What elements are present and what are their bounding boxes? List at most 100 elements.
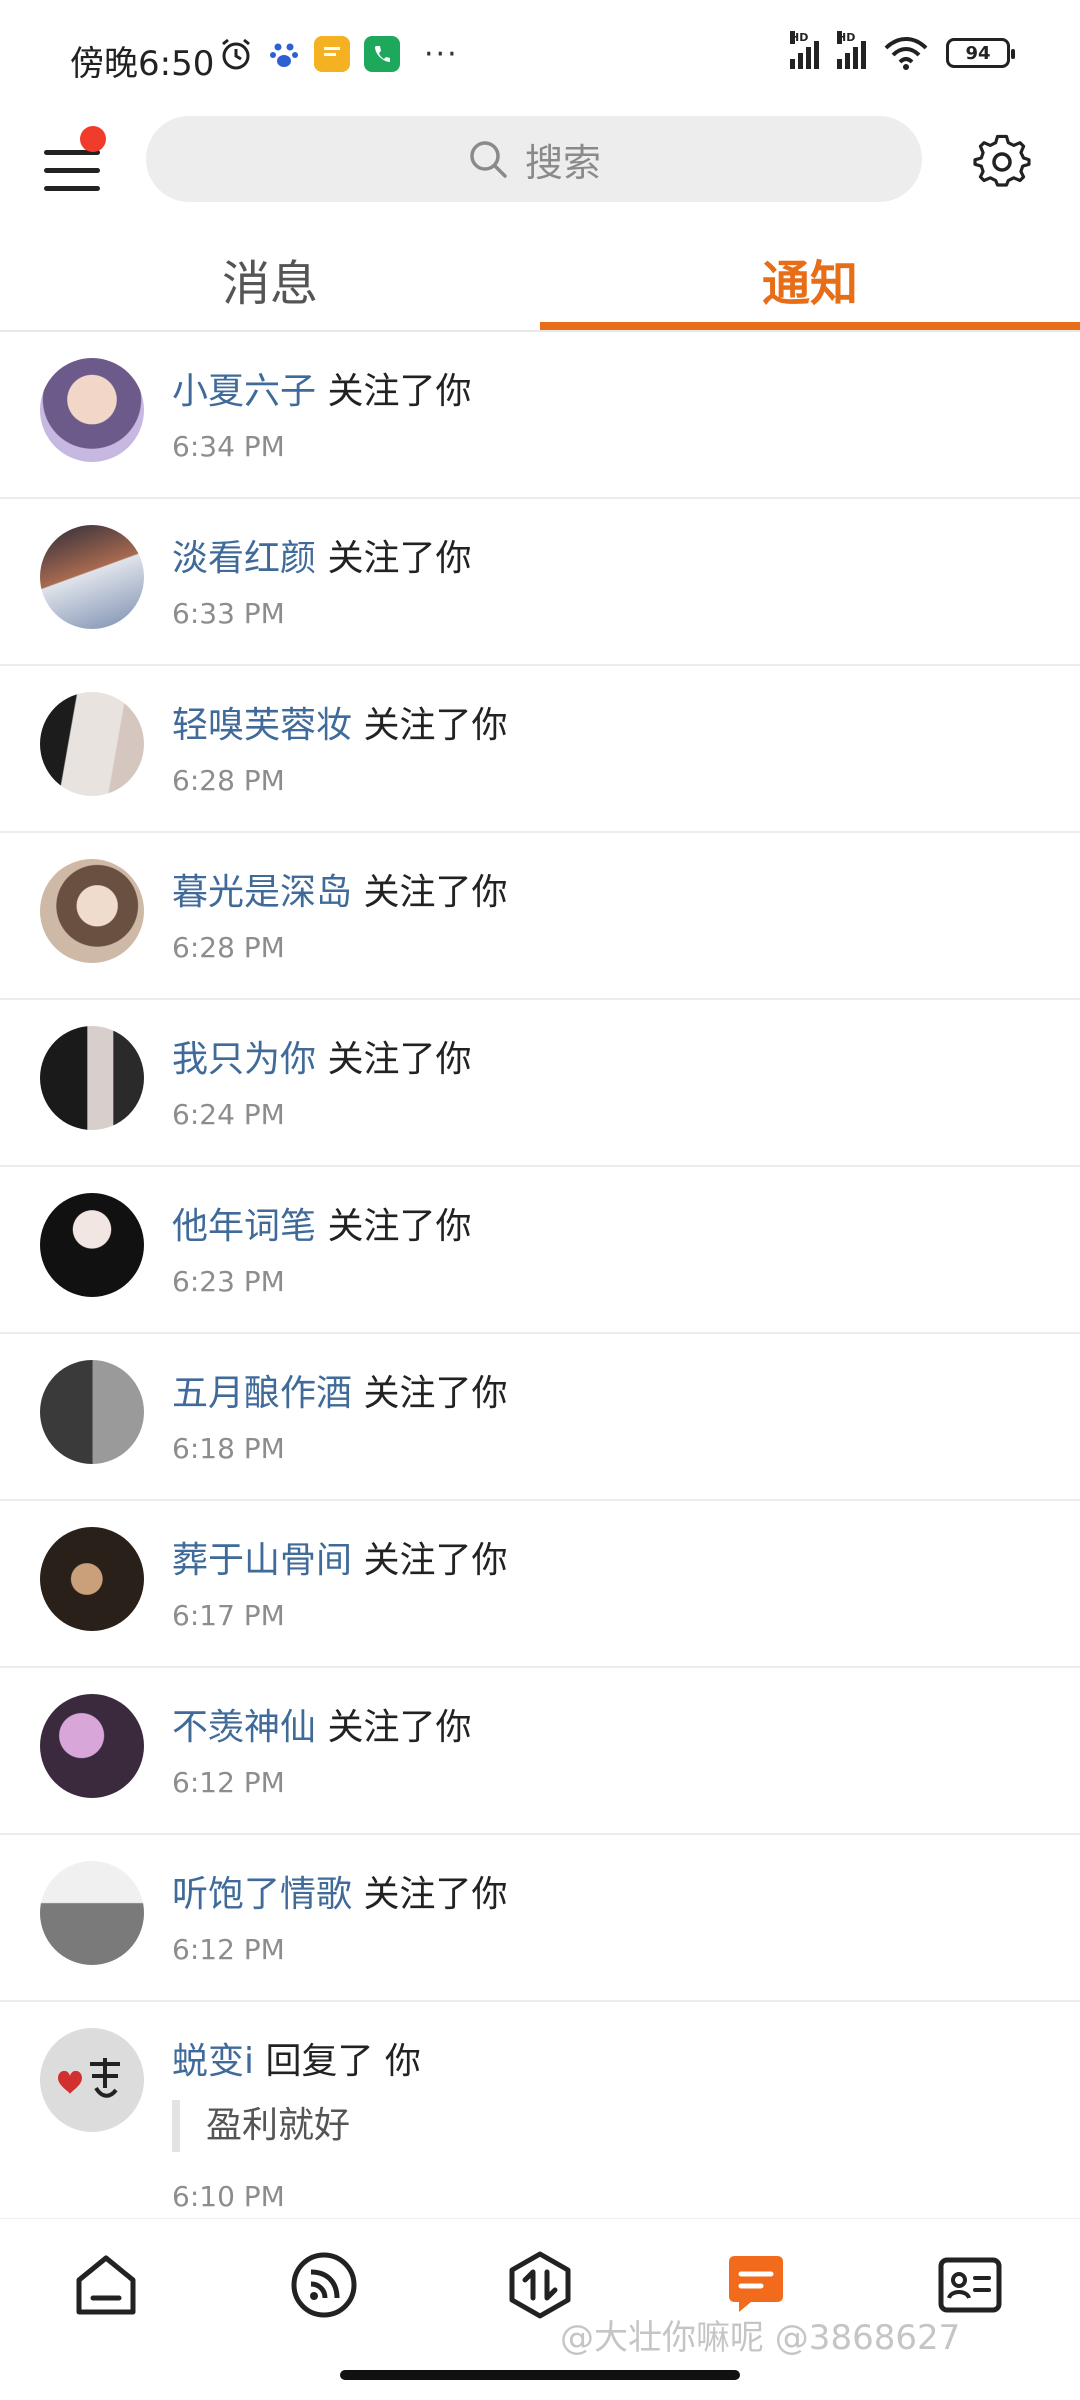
timestamp: 6:28 PM — [172, 931, 285, 964]
timestamp: 6:34 PM — [172, 430, 285, 463]
timestamp: 6:12 PM — [172, 1766, 285, 1799]
avatar[interactable] — [40, 859, 144, 963]
user-name-link[interactable]: 暮光是深岛 — [172, 872, 352, 913]
status-bar: 傍晚6:50 ··· HD HD 94 — [0, 0, 1080, 110]
rss-circle-icon — [291, 2252, 357, 2318]
avatar[interactable] — [40, 2028, 144, 2132]
user-name-link[interactable]: 小夏六子 — [172, 371, 316, 412]
search-placeholder: 搜索 — [524, 140, 601, 185]
user-name-link[interactable]: 他年词笔 — [172, 1206, 316, 1247]
notification-list: 小夏六子 关注了你 6:34 PM 淡看红颜 关注了你 6:33 PM 轻嗅芙蓉… — [0, 332, 1080, 2232]
user-name-link[interactable]: 蜕变i — [172, 2041, 254, 2082]
list-item[interactable]: 五月酿作酒 关注了你 6:18 PM — [0, 1334, 1080, 1501]
message-icon — [729, 2256, 783, 2312]
alarm-icon — [222, 38, 250, 70]
timestamp: 6:12 PM — [172, 1933, 285, 1966]
notification-text: 不羡神仙 关注了你 — [172, 1698, 471, 1750]
user-name-link[interactable]: 轻嗅芙蓉妆 — [172, 705, 352, 746]
signal-icon: HD — [790, 31, 819, 69]
notification-text: 轻嗅芙蓉妆 关注了你 — [172, 696, 507, 748]
unread-dot — [80, 126, 106, 152]
action-text: 关注了你 — [316, 371, 472, 412]
active-tab-indicator — [540, 322, 1080, 330]
user-name-link[interactable]: 我只为你 — [172, 1039, 316, 1080]
action-text: 关注了你 — [352, 872, 508, 913]
notification-text: 听饱了情歌 关注了你 — [172, 1865, 507, 1917]
action-text: 关注了你 — [352, 1373, 508, 1414]
notification-text: 蜕变i 回复了 你 — [172, 2032, 421, 2084]
action-text: 关注了你 — [316, 1707, 472, 1748]
avatar[interactable] — [40, 525, 144, 629]
tab-messages[interactable]: 消息 — [0, 244, 540, 314]
notification-text: 五月酿作酒 关注了你 — [172, 1364, 507, 1416]
search-input[interactable]: 搜索 — [146, 116, 922, 202]
signal-icon-2: HD — [837, 31, 866, 69]
action-text: 关注了你 — [352, 705, 508, 746]
status-time: 傍晚6:50 — [70, 44, 215, 84]
notification-text: 葬于山骨间 关注了你 — [172, 1531, 507, 1583]
list-item[interactable]: 轻嗅芙蓉妆 关注了你 6:28 PM — [0, 666, 1080, 833]
search-icon — [470, 141, 507, 178]
notification-text: 他年词笔 关注了你 — [172, 1197, 471, 1249]
status-notification-icons: ··· — [218, 36, 459, 72]
reply-quote: 盈利就好 — [172, 2100, 350, 2152]
status-right-icons: HD HD 94 — [790, 31, 1015, 70]
avatar[interactable] — [40, 1527, 144, 1631]
notification-text: 暮光是深岛 关注了你 — [172, 863, 507, 915]
battery-icon: 94 — [946, 38, 1015, 68]
avatar[interactable] — [40, 1026, 144, 1130]
home-indicator[interactable] — [340, 2370, 740, 2380]
action-text: 关注了你 — [316, 1206, 472, 1247]
gear-icon — [973, 134, 1031, 187]
notification-text: 淡看红颜 关注了你 — [172, 529, 471, 581]
user-name-link[interactable]: 淡看红颜 — [172, 538, 316, 579]
top-header: 搜索 — [0, 110, 1080, 230]
nav-feed[interactable] — [284, 2245, 364, 2325]
action-text: 回复了 你 — [254, 2041, 421, 2082]
list-item[interactable]: 不羡神仙 关注了你 6:12 PM — [0, 1668, 1080, 1835]
notification-text: 小夏六子 关注了你 — [172, 362, 471, 414]
list-item[interactable]: 他年词笔 关注了你 6:23 PM — [0, 1167, 1080, 1334]
wifi-icon — [884, 37, 928, 70]
action-text: 关注了你 — [316, 538, 472, 579]
timestamp: 6:28 PM — [172, 764, 285, 797]
timestamp: 6:33 PM — [172, 597, 285, 630]
timestamp: 6:23 PM — [172, 1265, 285, 1298]
list-item[interactable]: 小夏六子 关注了你 6:34 PM — [0, 332, 1080, 499]
user-name-link[interactable]: 不羡神仙 — [172, 1707, 316, 1748]
list-item[interactable]: 葬于山骨间 关注了你 6:17 PM — [0, 1501, 1080, 1668]
list-item[interactable]: 蜕变i 回复了 你 盈利就好 6:10 PM — [0, 2002, 1080, 2232]
timestamp: 6:24 PM — [172, 1098, 285, 1131]
watermark-text: @大壮你嘛呢 @3868627 — [560, 2318, 961, 2358]
list-item[interactable]: 暮光是深岛 关注了你 6:28 PM — [0, 833, 1080, 1000]
action-text: 关注了你 — [316, 1039, 472, 1080]
more-notifications-icon: ··· — [424, 36, 459, 72]
phone-app-icon — [364, 36, 400, 72]
list-item[interactable]: 淡看红颜 关注了你 6:33 PM — [0, 499, 1080, 666]
tab-notifications[interactable]: 通知 — [540, 244, 1080, 314]
timestamp: 6:18 PM — [172, 1432, 285, 1465]
list-item[interactable]: 我只为你 关注了你 6:24 PM — [0, 1000, 1080, 1167]
menu-button[interactable] — [44, 126, 106, 192]
action-text: 关注了你 — [352, 1874, 508, 1915]
baidu-paw-icon — [270, 43, 298, 67]
avatar[interactable] — [40, 1360, 144, 1464]
avatar[interactable] — [40, 1193, 144, 1297]
user-name-link[interactable]: 听饱了情歌 — [172, 1874, 352, 1915]
settings-button[interactable] — [968, 128, 1036, 196]
user-name-link[interactable]: 葬于山骨间 — [172, 1540, 352, 1581]
tab-bar: 消息 通知 — [0, 230, 1080, 332]
notes-app-icon — [314, 36, 350, 72]
timestamp: 6:17 PM — [172, 1599, 285, 1632]
notification-text: 我只为你 关注了你 — [172, 1030, 471, 1082]
avatar[interactable] — [40, 692, 144, 796]
avatar[interactable] — [40, 358, 144, 462]
nav-home[interactable] — [66, 2245, 146, 2325]
user-name-link[interactable]: 五月酿作酒 — [172, 1373, 352, 1414]
list-item[interactable]: 听饱了情歌 关注了你 6:12 PM — [0, 1835, 1080, 2002]
avatar[interactable] — [40, 1694, 144, 1798]
timestamp: 6:10 PM — [172, 2180, 285, 2213]
home-icon — [76, 2255, 136, 2315]
action-text: 关注了你 — [352, 1540, 508, 1581]
avatar[interactable] — [40, 1861, 144, 1965]
